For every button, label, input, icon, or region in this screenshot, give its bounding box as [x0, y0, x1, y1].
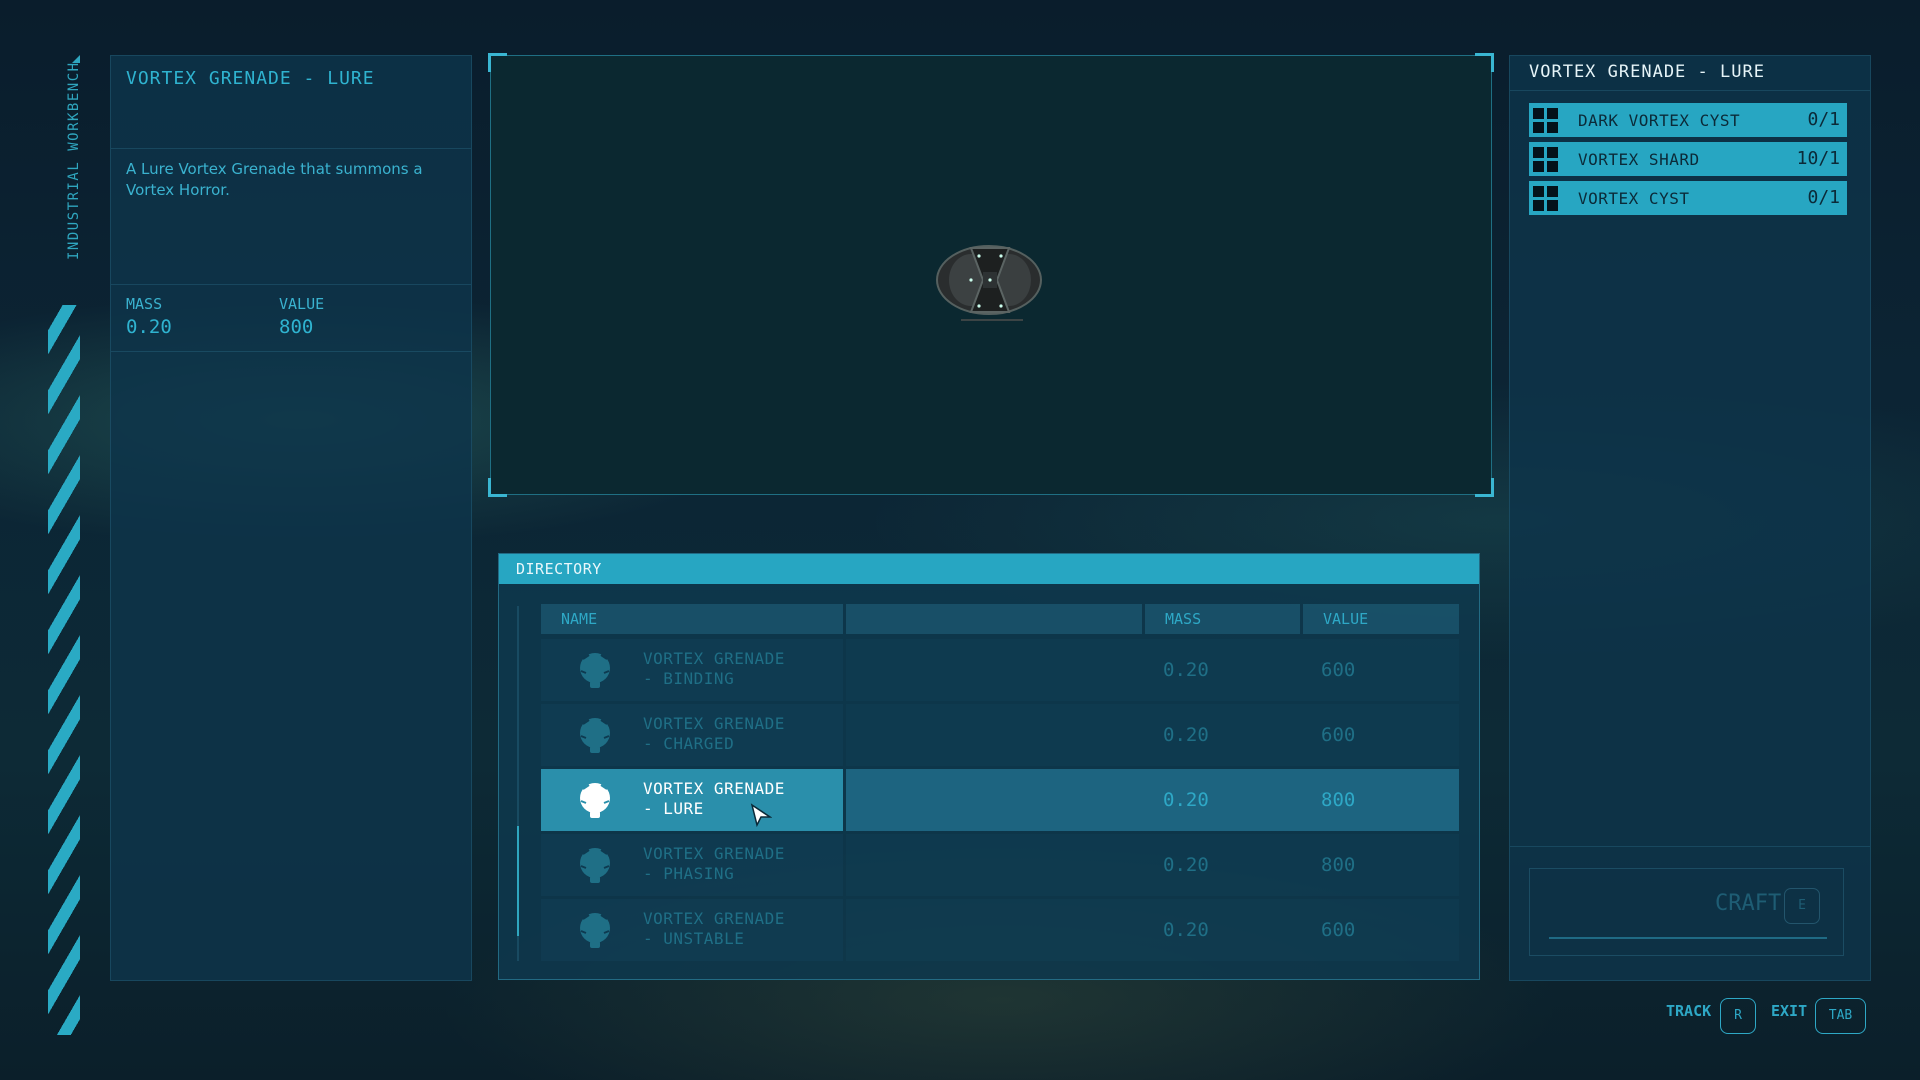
item-name: VORTEX GRENADE - UNSTABLE	[643, 909, 785, 948]
item-mass: 0.20	[1163, 724, 1209, 746]
detail-cell	[846, 769, 1459, 831]
workbench-title: INDUSTRIAL WORKBENCH	[52, 61, 82, 260]
item-mass: 0.20	[1163, 659, 1209, 681]
inventory-grid-icon	[1533, 108, 1558, 133]
detail-cell	[846, 899, 1459, 961]
directory-header: DIRECTORY	[499, 554, 1479, 584]
grenade-icon	[580, 848, 610, 883]
detail-cell	[846, 834, 1459, 896]
item-name: VORTEX GRENADE - PHASING	[643, 844, 785, 883]
item-value: 800	[1321, 854, 1356, 876]
directory-row[interactable]: VORTEX GRENADE - BINDING 0.20 600	[541, 639, 1459, 701]
material-row[interactable]: VORTEX CYST 0/1	[1529, 181, 1847, 215]
value-label: VALUE	[279, 295, 325, 313]
directory-title: DIRECTORY	[516, 560, 602, 578]
column-header-mass[interactable]: MASS	[1145, 604, 1300, 634]
item-value: 600	[1321, 919, 1356, 941]
requirements-panel: VORTEX GRENADE - LURE DARK VORTEX CYST 0/…	[1509, 55, 1871, 981]
mouse-cursor-icon	[750, 803, 772, 827]
item-value: 800	[1321, 789, 1356, 811]
workbench-title-text: INDUSTRIAL WORKBENCH	[66, 61, 82, 260]
directory-row[interactable]: VORTEX GRENADE - PHASING 0.20 800	[541, 834, 1459, 896]
directory-row[interactable]: VORTEX GRENADE - UNSTABLE 0.20 600	[541, 899, 1459, 961]
track-key-button[interactable]: R	[1720, 998, 1756, 1034]
grenade-icon	[580, 913, 610, 948]
scrollbar-thumb[interactable]	[517, 826, 519, 936]
corner-bracket	[488, 478, 507, 497]
material-count: 0/1	[1807, 109, 1840, 130]
column-header-blank	[846, 604, 1142, 634]
corner-bracket	[488, 53, 507, 72]
item-mass: 0.20	[1163, 919, 1209, 941]
grenade-icon	[580, 653, 610, 688]
corner-bracket	[1475, 478, 1494, 497]
directory-row[interactable]: VORTEX GRENADE - CHARGED 0.20 600	[541, 704, 1459, 766]
column-header-name[interactable]: NAME	[541, 604, 843, 634]
detail-cell	[846, 639, 1459, 701]
craft-button[interactable]: CRAFT E	[1529, 868, 1844, 956]
craft-label: CRAFT	[1715, 891, 1782, 916]
grenade-model	[936, 245, 1042, 321]
mass-label: MASS	[126, 295, 163, 313]
exit-label[interactable]: EXIT	[1771, 1002, 1807, 1020]
material-count: 10/1	[1796, 148, 1840, 169]
grenade-icon	[580, 718, 610, 753]
corner-marker	[72, 55, 80, 63]
item-info-panel: VORTEX GRENADE - LURE A Lure Vortex Gren…	[110, 55, 472, 981]
item-value: 600	[1321, 659, 1356, 681]
hazard-stripes	[48, 305, 80, 1035]
divider	[1510, 846, 1870, 847]
craft-key-hint: E	[1784, 888, 1820, 924]
divider	[111, 284, 471, 285]
directory-row[interactable]: VORTEX GRENADE - LURE 0.20 800	[541, 769, 1459, 831]
corner-bracket	[1475, 53, 1494, 72]
column-mass-label: MASS	[1165, 610, 1202, 628]
value-value: 800	[279, 316, 314, 338]
material-row[interactable]: DARK VORTEX CYST 0/1	[1529, 103, 1847, 137]
divider	[1510, 90, 1870, 91]
track-label[interactable]: TRACK	[1666, 1002, 1711, 1020]
divider	[111, 351, 471, 352]
item-title: VORTEX GRENADE - LURE	[126, 68, 375, 89]
column-value-label: VALUE	[1323, 610, 1369, 628]
exit-key-button[interactable]: TAB	[1815, 998, 1866, 1034]
material-name: DARK VORTEX CYST	[1578, 111, 1741, 130]
inventory-grid-icon	[1533, 186, 1558, 211]
directory-panel: DIRECTORY NAME MASS VALUE VORTEX GRENADE…	[498, 553, 1480, 980]
grenade-icon	[580, 783, 610, 818]
item-mass: 0.20	[1163, 789, 1209, 811]
craft-progress-bar	[1549, 937, 1827, 939]
material-count: 0/1	[1807, 187, 1840, 208]
detail-cell	[846, 704, 1459, 766]
mass-value: 0.20	[126, 316, 172, 338]
column-header-value[interactable]: VALUE	[1303, 604, 1459, 634]
item-preview-viewport[interactable]	[488, 53, 1494, 497]
material-name: VORTEX CYST	[1578, 189, 1690, 208]
item-name: VORTEX GRENADE - BINDING	[643, 649, 785, 688]
column-name-label: NAME	[561, 610, 598, 628]
item-description: A Lure Vortex Grenade that summons a Vor…	[126, 160, 423, 199]
inventory-grid-icon	[1533, 147, 1558, 172]
material-row[interactable]: VORTEX SHARD 10/1	[1529, 142, 1847, 176]
item-value: 600	[1321, 724, 1356, 746]
requirements-title: VORTEX GRENADE - LURE	[1529, 62, 1765, 82]
divider	[111, 148, 471, 149]
item-mass: 0.20	[1163, 854, 1209, 876]
item-name: VORTEX GRENADE - CHARGED	[643, 714, 785, 753]
material-name: VORTEX SHARD	[1578, 150, 1700, 169]
